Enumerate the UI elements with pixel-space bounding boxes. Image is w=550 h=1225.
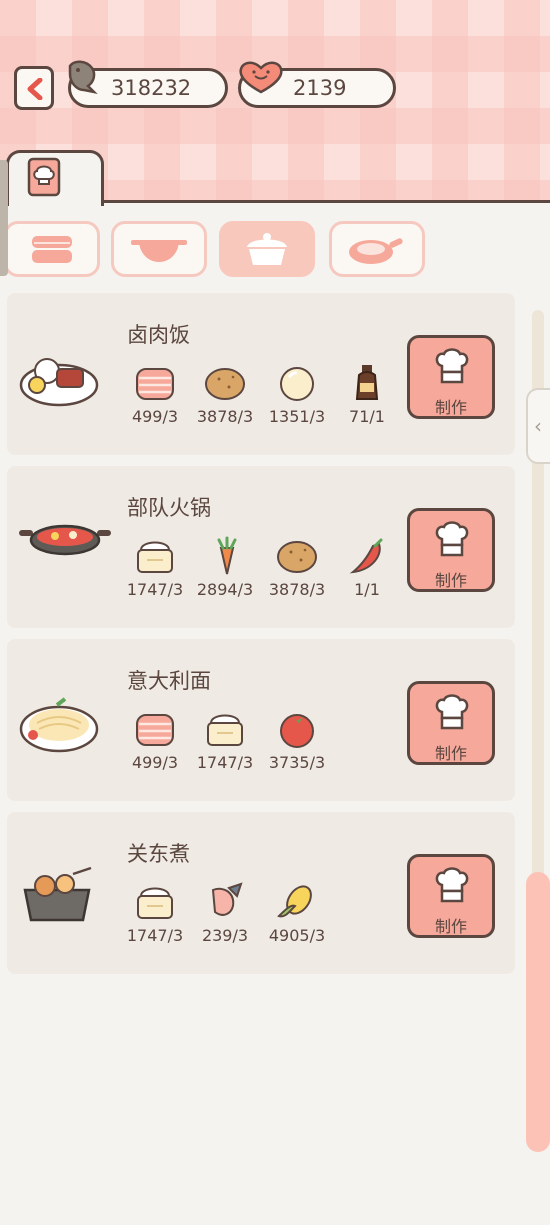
- corn-icon: [257, 882, 337, 922]
- frying-pan-icon: [349, 238, 403, 264]
- ingredient-count: 3735/3: [268, 753, 326, 772]
- chef-hat-icon: [430, 346, 474, 394]
- ingredient: 239/3: [185, 882, 265, 945]
- make-button[interactable]: 制作: [407, 854, 495, 938]
- cookbook-icon: [27, 157, 61, 197]
- make-button[interactable]: 制作: [407, 335, 495, 419]
- tab-pot[interactable]: [111, 221, 207, 277]
- chef-hat-icon: [430, 865, 474, 913]
- ingredient-count: 3878/3: [268, 580, 326, 599]
- potato-icon: [185, 363, 265, 403]
- recipe-title: 卤肉饭: [127, 323, 190, 347]
- ingredient: 499/3: [115, 709, 195, 772]
- chef-hat-icon: [430, 519, 474, 567]
- ingredient: 4905/3: [257, 882, 337, 945]
- recipe-title: 意大利面: [127, 669, 211, 693]
- ingredient: 2894/3: [185, 536, 265, 599]
- side-drawer-handle[interactable]: ‹: [526, 388, 550, 464]
- ingredient: 3878/3: [185, 363, 265, 426]
- tab-steamer[interactable]: [4, 221, 100, 277]
- heart-currency-value: 2139: [293, 76, 347, 100]
- braised-pork-rice-icon: [17, 345, 101, 413]
- ingredient: 1747/3: [115, 882, 195, 945]
- recipe-card: 关东煮 1747/3 239/3 4905/3 制作: [7, 812, 515, 974]
- soy-sauce-icon: [327, 363, 407, 403]
- ingredient-count: 1747/3: [126, 926, 184, 945]
- ingredient-count: 239/3: [201, 926, 249, 945]
- scrollbar-thumb[interactable]: [526, 872, 550, 1152]
- potato-icon: [257, 536, 337, 576]
- ingredient: 1/1: [327, 536, 407, 599]
- fish-currency-value: 318232: [111, 76, 192, 100]
- tab-frying-pan[interactable]: [329, 221, 425, 277]
- pot-icon: [131, 240, 187, 262]
- ingredient-count: 499/3: [131, 407, 179, 426]
- recipe-card: 意大利面 499/3 1747/3 3735/3 制作: [7, 639, 515, 801]
- ingredient: 1351/3: [257, 363, 337, 426]
- ingredient-count: 1747/3: [126, 580, 184, 599]
- make-button-label: 制作: [434, 744, 467, 763]
- rice-bowl-icon: [185, 709, 265, 749]
- recipe-card: 部队火锅 1747/3 2894/3 3878/3 1/1 制作: [7, 466, 515, 628]
- ingredient: 3735/3: [257, 709, 337, 772]
- pasta-icon: [17, 691, 101, 759]
- recipe-card: 卤肉饭 499/3 3878/3 1351/3 71/1 制作: [7, 293, 515, 455]
- fish-icon: [68, 60, 98, 95]
- ingredient: 3878/3: [257, 536, 337, 599]
- recipe-title: 部队火锅: [127, 496, 211, 520]
- heart-icon: [239, 61, 283, 94]
- chevron-left-icon: [27, 78, 43, 100]
- egg-icon: [257, 363, 337, 403]
- rice-pot-icon: [247, 233, 287, 265]
- make-button-label: 制作: [434, 571, 467, 590]
- chili-icon: [327, 536, 407, 576]
- tomato-icon: [257, 709, 337, 749]
- ingredient: 71/1: [327, 363, 407, 426]
- tab-rice-pot[interactable]: [219, 221, 315, 277]
- steamer-icon: [32, 236, 72, 263]
- make-button[interactable]: 制作: [407, 681, 495, 765]
- rice-bowl-icon: [115, 882, 195, 922]
- ingredient-count: 4905/3: [268, 926, 326, 945]
- panel-edge: [0, 160, 8, 276]
- bacon-icon: [115, 363, 195, 403]
- make-button[interactable]: 制作: [407, 508, 495, 592]
- rice-bowl-icon: [115, 536, 195, 576]
- oden-icon: [17, 864, 97, 932]
- ingredient-count: 3878/3: [196, 407, 254, 426]
- chevron-left-icon: ‹: [534, 414, 542, 438]
- ingredient: 499/3: [115, 363, 195, 426]
- carrot-icon: [185, 536, 265, 576]
- ingredient-count: 499/3: [131, 753, 179, 772]
- ingredient-count: 71/1: [349, 407, 385, 426]
- chef-hat-icon: [430, 692, 474, 740]
- fish-icon: [185, 882, 265, 922]
- tab-cookbook[interactable]: [6, 150, 104, 206]
- ingredient-count: 2894/3: [196, 580, 254, 599]
- ingredient-count: 1/1: [354, 580, 380, 599]
- ingredient-count: 1747/3: [196, 753, 254, 772]
- ingredient: 1747/3: [185, 709, 265, 772]
- make-button-label: 制作: [434, 398, 467, 417]
- back-button[interactable]: [14, 66, 54, 110]
- recipe-title: 关东煮: [127, 842, 190, 866]
- ingredient-count: 1351/3: [268, 407, 326, 426]
- bacon-icon: [115, 709, 195, 749]
- army-stew-icon: [17, 518, 113, 572]
- ingredient: 1747/3: [115, 536, 195, 599]
- make-button-label: 制作: [434, 917, 467, 936]
